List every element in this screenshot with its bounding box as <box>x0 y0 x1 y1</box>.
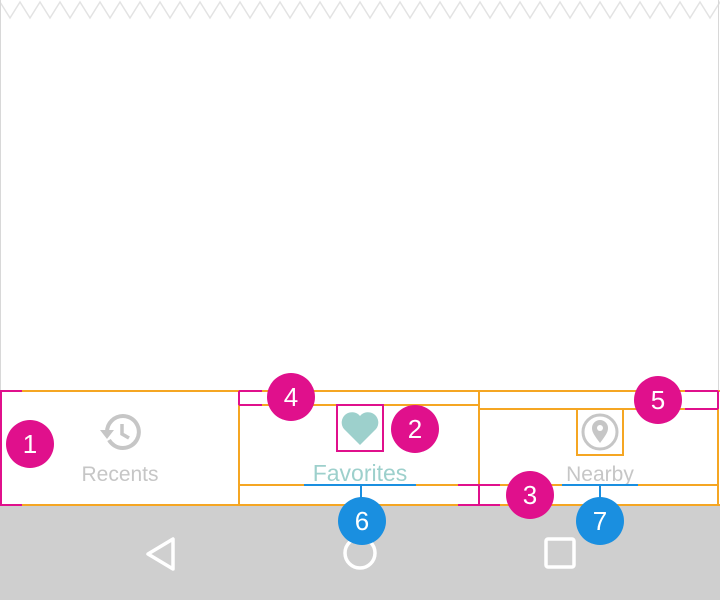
recents-square-icon[interactable] <box>543 536 577 570</box>
annotation-badge-3: 3 <box>506 471 554 519</box>
annotation-badge-6: 6 <box>338 497 386 545</box>
nav-label-favorites: Favorites <box>312 460 408 486</box>
annotation-badge-4: 4 <box>267 373 315 421</box>
annotation-badge-1: 1 <box>6 420 54 468</box>
history-icon <box>100 414 141 450</box>
annotation-badge-5: 5 <box>634 376 682 424</box>
annotation-badge-2: 2 <box>391 405 439 453</box>
annotation-badge-7: 7 <box>576 497 624 545</box>
location-pin-icon <box>581 413 619 451</box>
bottom-navigation: Recents Favorites Nearby <box>0 390 720 505</box>
torn-edge-decoration <box>0 0 720 20</box>
heart-icon <box>341 412 379 445</box>
back-triangle-icon[interactable] <box>143 535 179 573</box>
